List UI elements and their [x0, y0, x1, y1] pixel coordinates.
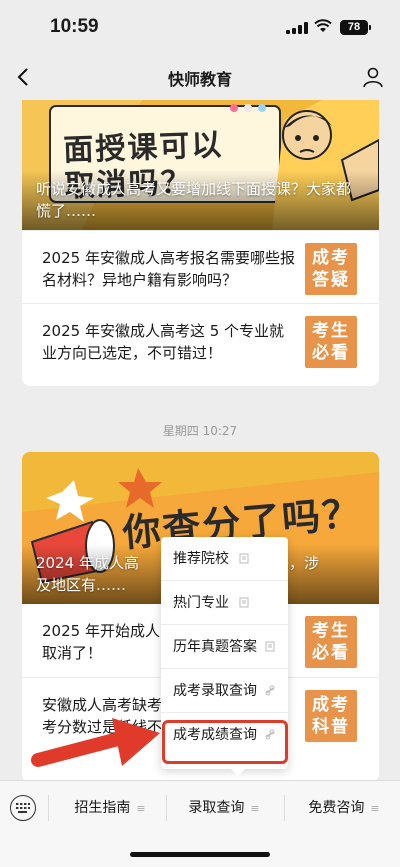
- cellular-signal-icon: [286, 22, 308, 34]
- list-item[interactable]: 2025 年安徽成人高考报名需要哪些报名材料？异地户籍有影响吗？ 成考 答疑: [22, 230, 379, 303]
- wifi-icon: [314, 19, 332, 32]
- home-indicator: [130, 852, 270, 857]
- page-title: 快师教育: [167, 70, 232, 89]
- status-time: 10:59: [50, 16, 99, 37]
- keyboard-icon[interactable]: [10, 795, 36, 821]
- article-icon: [239, 597, 249, 608]
- list-item[interactable]: 2025 年安徽成人高考这 5 个专业就业方向已选定，不可错过！ 考生 必看: [22, 303, 379, 376]
- list-item-thumbnail: 成考 科普: [305, 690, 357, 742]
- menu-tab-enrollment-guide[interactable]: 招生指南 ≡: [60, 797, 160, 817]
- submenu-item-recommended-schools[interactable]: 推荐院校: [161, 537, 288, 581]
- list-item-thumbnail: 考生 必看: [305, 316, 357, 368]
- hero-title: 听说安徽成人高考又要增加线下面授课？大家都慌了……: [36, 180, 352, 220]
- hero-article[interactable]: 面授课可以取消吗？ 听说安徽成人高考又要增加线下面授课？大家都慌了……: [22, 100, 379, 230]
- highlight-box-score-query: [162, 720, 288, 764]
- submenu-item-past-exam-answers[interactable]: 历年真题答案: [161, 625, 288, 669]
- nav-bar: 快师教育: [0, 54, 400, 100]
- list-item-title: 2025 年安徽成人高考报名需要哪些报名材料？异地户籍有影响吗？: [42, 249, 295, 289]
- menu-lines-icon: ≡: [136, 802, 146, 815]
- list-item-thumbnail: 成考 答疑: [305, 243, 357, 295]
- message-timestamp: 星期四 10:27: [162, 424, 238, 438]
- menu-tab-free-consultation[interactable]: 免费咨询 ≡: [294, 797, 394, 817]
- list-item-thumbnail: 考生 必看: [305, 616, 357, 668]
- menu-tab-admission-query[interactable]: 录取查询 ≡: [176, 797, 272, 817]
- article-icon: [239, 553, 249, 564]
- status-bar: 10:59 78: [0, 0, 400, 54]
- profile-icon[interactable]: [362, 66, 384, 88]
- submenu-item-popular-majors[interactable]: 热门专业: [161, 581, 288, 625]
- list-item-title: 2025 年安徽成人高考这 5 个专业就业方向已选定，不可错过！: [42, 322, 285, 362]
- menu-lines-icon: ≡: [250, 802, 260, 815]
- submenu-item-admission-query[interactable]: 成考录取查询: [161, 669, 288, 713]
- link-icon: [265, 685, 275, 696]
- battery-icon: 78: [340, 20, 371, 35]
- article-group-card: 面授课可以取消吗？ 听说安徽成人高考又要增加线下面授课？大家都慌了…… 2025…: [22, 100, 379, 386]
- menu-lines-icon: ≡: [370, 802, 380, 815]
- article-icon: [265, 641, 275, 652]
